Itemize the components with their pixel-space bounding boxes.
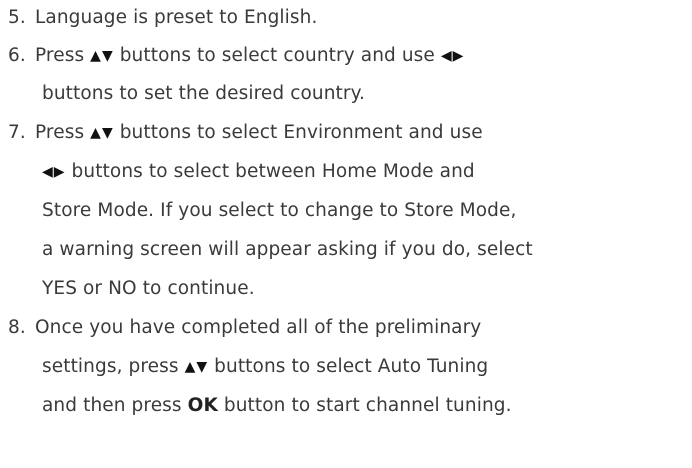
step-text: Store Mode. If you select to change to S… [42,193,516,229]
up-down-arrows-icon: ▲▼ [90,125,114,141]
step-text: Press ▲▼ buttons to select country and u… [35,38,464,74]
step-text: a warning screen will appear asking if y… [42,232,533,268]
step-text: Press ▲▼ buttons to select Environment a… [35,115,483,151]
text-run: and then press [42,395,188,416]
left-right-arrows-icon: ◀▶ [440,48,465,64]
text-run: a warning screen will appear asking if y… [42,239,533,260]
text-run: Press [35,122,91,143]
text-run: buttons to select Environment and use [113,122,483,143]
text-run: Once you have completed all of the preli… [35,317,482,338]
text-run: Language is preset to English. [35,7,318,28]
text-run: buttons to select Auto Tuning [208,356,489,377]
text-run: buttons to set the desired country. [42,83,365,104]
step-text: settings, press ▲▼ buttons to select Aut… [42,349,488,385]
text-run: buttons to select between Home Mode and [65,161,475,182]
text-run: button to start channel tuning. [217,395,512,416]
step-text: ◀▶ buttons to select between Home Mode a… [42,154,475,190]
step-text: Language is preset to English. [35,0,317,36]
text-run: Store Mode. If you select to change to S… [42,200,517,221]
ok-button-label: OK [187,395,218,416]
step-text: YES or NO to continue. [42,271,255,307]
text-run: YES or NO to continue. [42,278,255,299]
up-down-arrows-icon: ▲▼ [184,359,209,375]
step-text: and then press OK button to start channe… [42,388,512,424]
step-text: Once you have completed all of the preli… [35,310,481,346]
text-run: buttons to select country and use [113,45,441,66]
text-run: settings, press [42,356,185,377]
up-down-arrows-icon: ▲▼ [90,48,114,64]
text-run: Press [35,45,91,66]
left-right-arrows-icon: ◀▶ [42,164,66,180]
step-text: buttons to set the desired country. [42,76,365,112]
